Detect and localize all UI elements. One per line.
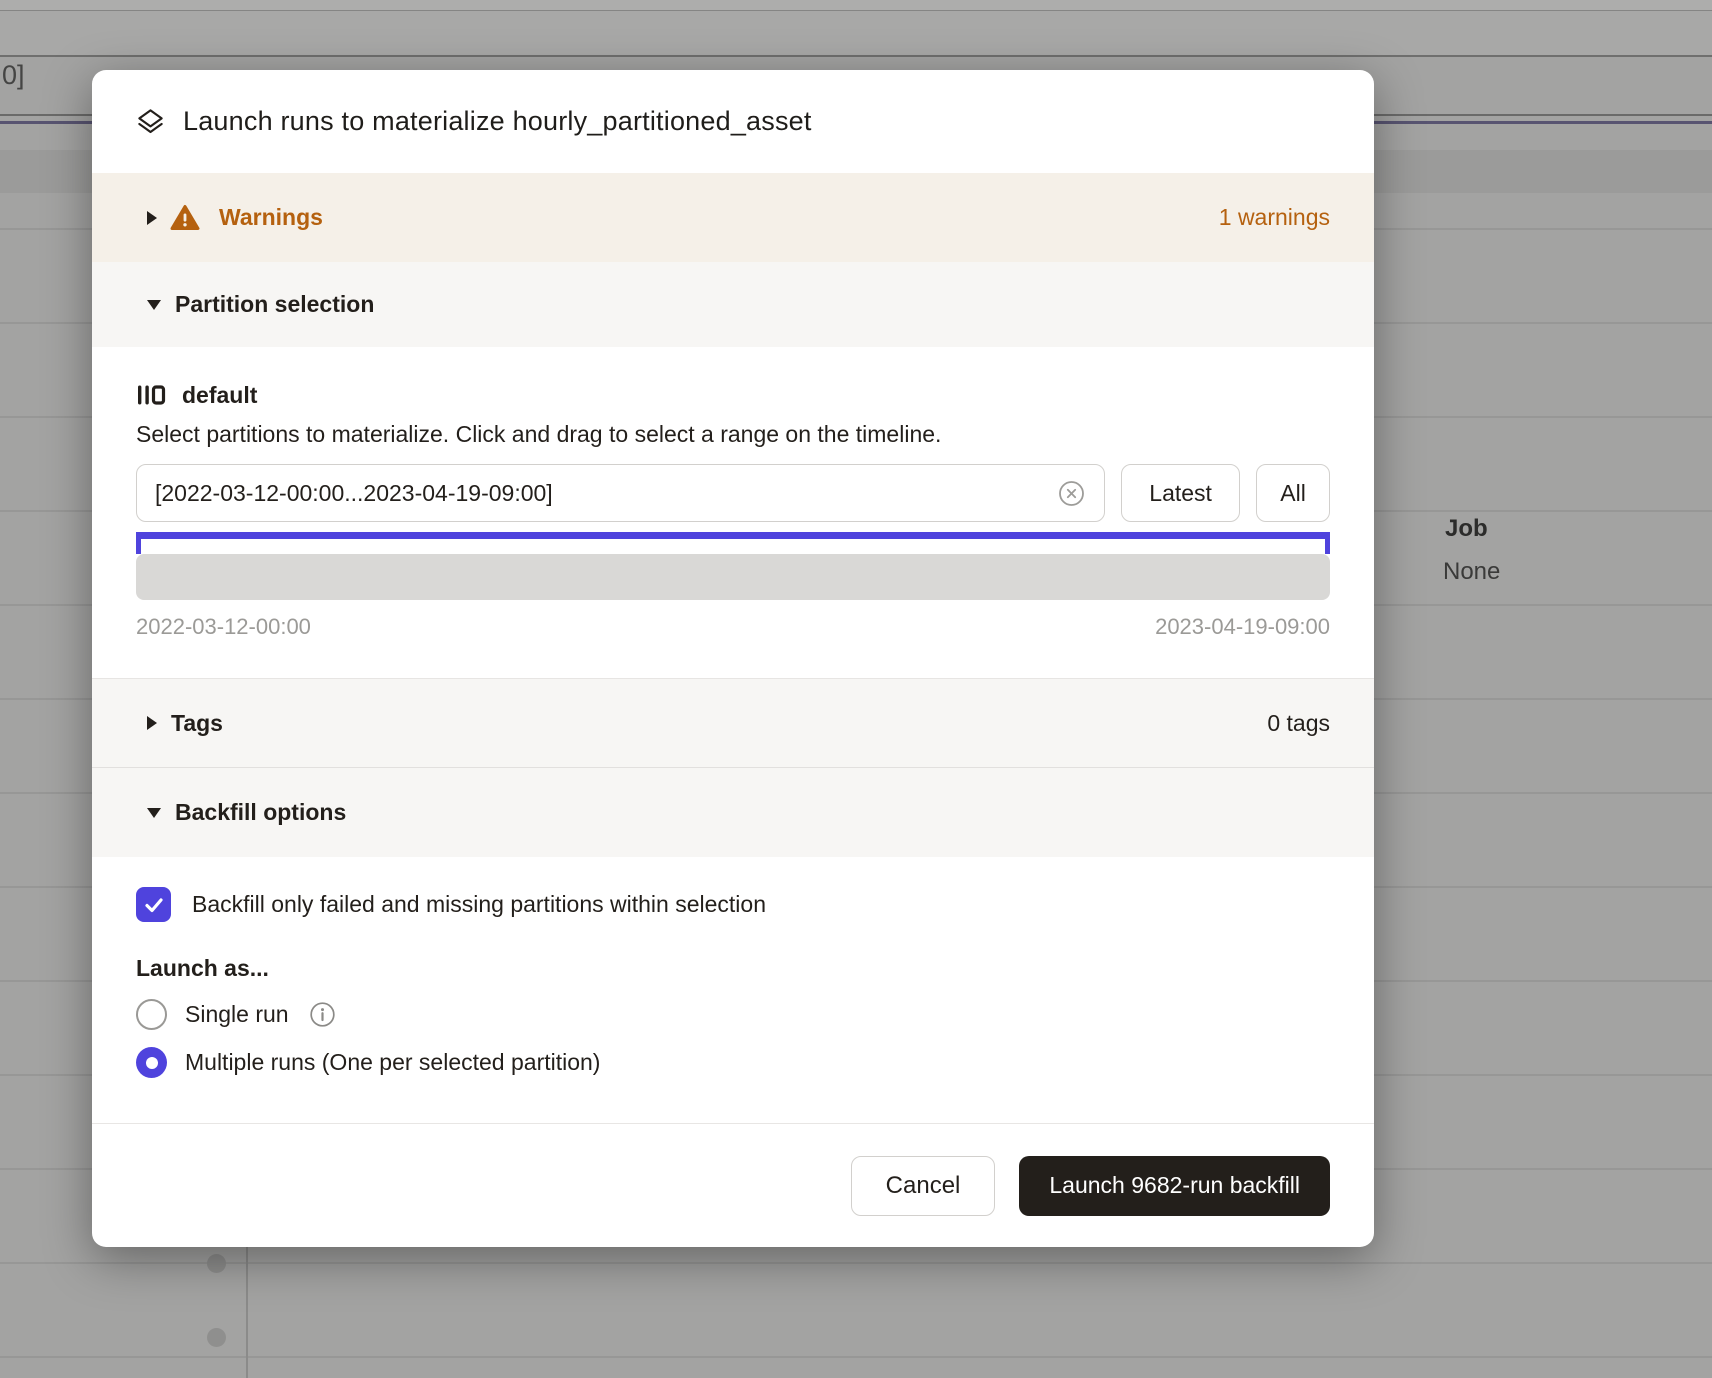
partition-selection-header[interactable]: Partition selection [92,262,1374,347]
cancel-button[interactable]: Cancel [851,1156,996,1216]
launch-as-label: Launch as... [136,955,1330,982]
warnings-label: Warnings [219,204,323,231]
radio-dot [146,1057,158,1069]
selection-range-end-tick [1325,532,1330,554]
background-partial-text: 0] [2,60,25,91]
background-row-dot [207,1328,226,1347]
latest-button[interactable]: Latest [1121,464,1240,522]
chevron-down-icon [147,300,161,310]
chevron-right-icon [147,211,157,225]
background-toolbar-band [0,11,1712,57]
partition-selection-label: Partition selection [175,291,374,318]
backfill-only-failed-checkbox-row[interactable]: Backfill only failed and missing partiti… [136,887,1330,922]
checkmark-icon [142,893,166,917]
single-run-label: Single run [185,1001,289,1028]
launch-backfill-dialog: Launch runs to materialize hourly_partit… [92,70,1374,1247]
partition-selection-body: default Select partitions to materialize… [92,347,1374,678]
background-job-label: Job [1445,515,1488,543]
backfill-options-body: Backfill only failed and missing partiti… [92,857,1374,1123]
warning-icon [170,204,200,231]
dialog-footer: Cancel Launch 9682-run backfill [92,1123,1374,1247]
backfill-options-header[interactable]: Backfill options [92,768,1374,857]
background-top-band [0,0,1712,11]
dialog-header: Launch runs to materialize hourly_partit… [92,70,1374,173]
dimension-name: default [182,382,257,409]
background-job-value: None [1443,558,1500,586]
launch-backfill-button[interactable]: Launch 9682-run backfill [1019,1156,1330,1216]
dimension-row: default [136,377,1330,413]
partition-timeline[interactable] [136,554,1330,600]
tags-count: 0 tags [1267,710,1330,737]
chevron-down-icon [147,808,161,818]
timeline-end-date: 2023-04-19-09:00 [1155,614,1330,640]
all-button[interactable]: All [1256,464,1330,522]
clear-icon[interactable] [1055,477,1088,510]
partition-range-value: [2022-03-12-00:00...2023-04-19-09:00] [155,480,1055,507]
warnings-count: 1 warnings [1219,204,1330,231]
partition-description: Select partitions to materialize. Click … [136,421,1330,448]
partition-icon [136,382,166,408]
selection-range-start-tick [136,532,141,554]
backfill-only-failed-label: Backfill only failed and missing partiti… [192,891,766,918]
partition-range-input[interactable]: [2022-03-12-00:00...2023-04-19-09:00] [136,464,1105,522]
chevron-right-icon [147,716,157,730]
tags-header[interactable]: Tags 0 tags [92,678,1374,768]
warnings-header[interactable]: Warnings 1 warnings [92,173,1374,262]
materialize-icon [136,107,165,136]
info-icon[interactable] [309,1001,336,1028]
backfill-options-label: Backfill options [175,799,346,826]
background-column-divider [246,1247,248,1378]
selection-range-fill [136,532,1330,539]
timeline-start-date: 2022-03-12-00:00 [136,614,311,640]
radio-unselected[interactable] [136,999,167,1030]
radio-selected[interactable] [136,1047,167,1078]
background-row-dot [207,1254,226,1273]
multiple-runs-label: Multiple runs (One per selected partitio… [185,1049,600,1076]
single-run-option[interactable]: Single run [136,999,1330,1030]
timeline-date-labels: 2022-03-12-00:00 2023-04-19-09:00 [136,614,1330,640]
selection-range-bar [136,532,1330,554]
checkbox-checked[interactable] [136,887,171,922]
tags-label: Tags [171,710,223,737]
multiple-runs-option[interactable]: Multiple runs (One per selected partitio… [136,1047,1330,1078]
dialog-title: Launch runs to materialize hourly_partit… [183,106,812,137]
partition-input-row: [2022-03-12-00:00...2023-04-19-09:00] La… [136,464,1330,522]
